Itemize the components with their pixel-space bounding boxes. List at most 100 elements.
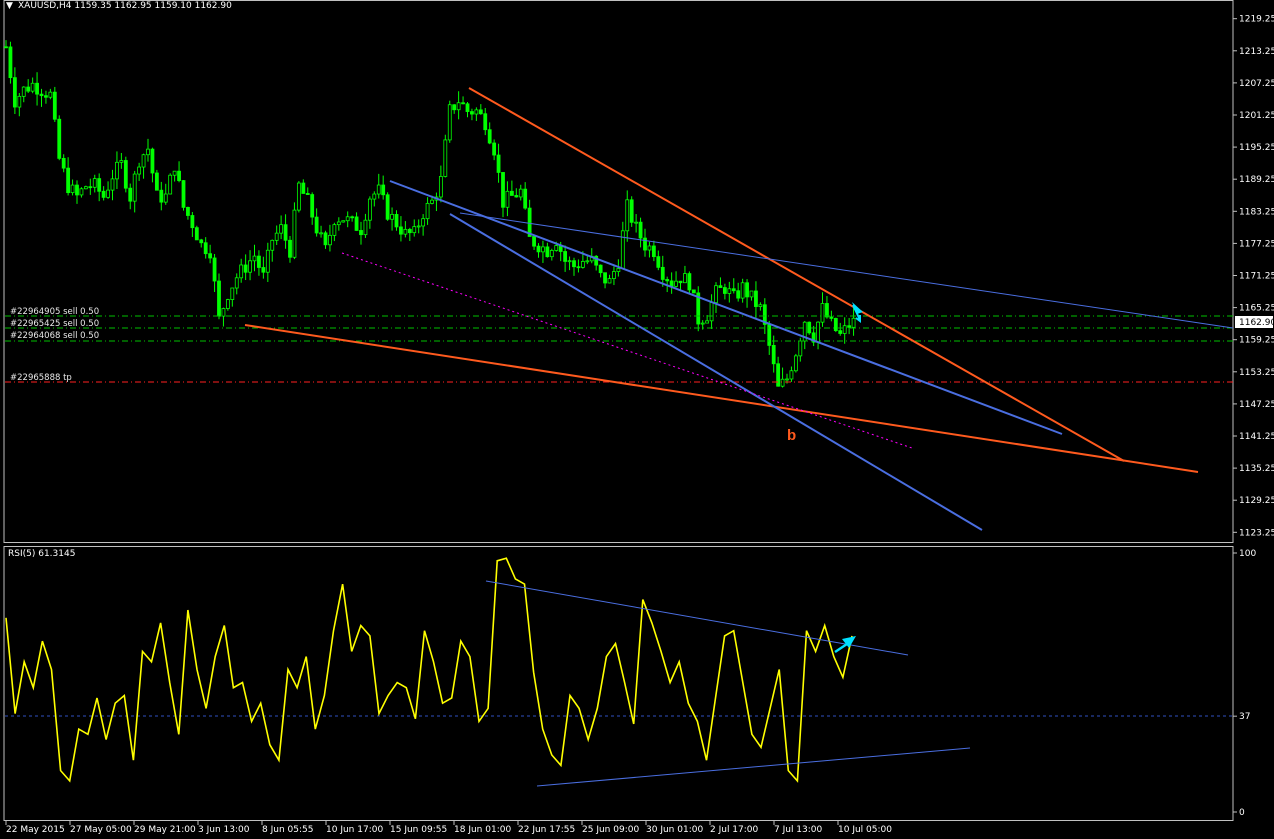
candle-body bbox=[554, 245, 559, 251]
candle-body bbox=[8, 46, 13, 79]
candle-body bbox=[88, 186, 93, 189]
price-tick-label: 1189.25 bbox=[1239, 175, 1274, 185]
price-tick-label: 1213.25 bbox=[1239, 47, 1274, 57]
candle-body bbox=[785, 378, 789, 381]
order-label-3: #22964068 sell 0.50 bbox=[10, 331, 99, 341]
candle-body bbox=[283, 224, 288, 241]
candle-body bbox=[416, 225, 421, 228]
candle-body bbox=[115, 161, 119, 180]
candle-body bbox=[776, 363, 781, 387]
candle-body bbox=[234, 277, 239, 289]
candle-body bbox=[252, 255, 257, 262]
candle-body bbox=[749, 290, 754, 298]
candle-body bbox=[789, 370, 794, 380]
candle-body bbox=[323, 232, 328, 246]
candle-body bbox=[501, 172, 505, 208]
candle-body bbox=[168, 174, 173, 195]
symbol-ohlc-label: XAUUSD,H4 1159.35 1162.95 1159.10 1162.9… bbox=[18, 1, 232, 11]
candle-body bbox=[319, 232, 323, 235]
price-tick-label: 1147.25 bbox=[1239, 400, 1274, 410]
candle-body bbox=[181, 180, 186, 208]
candle-body bbox=[177, 170, 181, 181]
candle-body bbox=[616, 268, 621, 272]
candle-body bbox=[221, 308, 226, 317]
candle-body bbox=[452, 104, 457, 111]
candle-body bbox=[97, 178, 102, 192]
candle-body bbox=[443, 139, 448, 177]
blue-channel-lower[interactable] bbox=[449, 213, 983, 531]
candle-body bbox=[731, 288, 736, 292]
candle-body bbox=[399, 226, 403, 235]
candle-body bbox=[545, 246, 550, 258]
candle-body bbox=[705, 320, 710, 324]
candle-body bbox=[186, 206, 190, 216]
candle-body bbox=[598, 264, 603, 274]
candle-body bbox=[447, 104, 452, 141]
rsi-tick-label: 37 bbox=[1239, 712, 1250, 722]
candle-body bbox=[403, 228, 408, 235]
candle-body bbox=[292, 209, 297, 258]
candle-body bbox=[470, 111, 474, 115]
candle-body bbox=[279, 224, 284, 234]
candle-body bbox=[576, 266, 581, 269]
dotted-trendline[interactable] bbox=[341, 252, 913, 449]
blue-channel-upper[interactable] bbox=[389, 180, 1063, 435]
candle-body bbox=[478, 109, 483, 115]
rsi-label: RSI(5) 61.3145 bbox=[8, 549, 75, 559]
candle-body bbox=[261, 267, 266, 273]
candle-body bbox=[341, 220, 346, 223]
candle-body bbox=[833, 318, 838, 332]
red-trendline-upper[interactable] bbox=[468, 87, 1125, 462]
time-tick-label: 10 Jun 17:00 bbox=[326, 825, 383, 835]
candle-body bbox=[718, 285, 723, 288]
candle-body bbox=[407, 228, 412, 234]
candle-body bbox=[83, 186, 88, 190]
candle-body bbox=[541, 246, 545, 253]
candle-body bbox=[536, 245, 541, 253]
candle-body bbox=[381, 184, 386, 196]
candle-body bbox=[647, 245, 652, 251]
candle-body bbox=[385, 194, 390, 220]
candle-body bbox=[367, 198, 372, 221]
time-tick-label: 30 Jun 01:00 bbox=[646, 825, 703, 835]
chevron-down-icon[interactable]: ▼ bbox=[6, 1, 13, 11]
candle-body bbox=[669, 280, 674, 287]
candle-body bbox=[194, 227, 199, 241]
rsi-axis: 100 37 0 bbox=[1233, 549, 1256, 818]
candle-body bbox=[70, 184, 75, 194]
rsi-trendline-lower[interactable] bbox=[536, 747, 971, 787]
candle-body bbox=[745, 282, 749, 298]
trading-chart[interactable]: ▼ XAUUSD,H4 1159.35 1162.95 1159.10 1162… bbox=[0, 0, 1274, 839]
time-tick-label: 3 Jun 13:00 bbox=[198, 825, 250, 835]
candle-body bbox=[199, 239, 204, 244]
candle-body bbox=[567, 260, 572, 263]
candle-body bbox=[461, 102, 465, 105]
candle-body bbox=[549, 250, 554, 258]
candle-body bbox=[518, 188, 523, 198]
current-price-value: 1162.90 bbox=[1239, 318, 1274, 328]
candle-body bbox=[243, 264, 248, 273]
candle-body bbox=[350, 216, 355, 219]
time-tick-label: 22 Jun 17:55 bbox=[518, 825, 575, 835]
candle-body bbox=[345, 216, 350, 222]
rsi-line bbox=[5, 557, 853, 783]
time-tick-label: 25 Jun 09:00 bbox=[582, 825, 639, 835]
order-label-1: #22964905 sell 0.50 bbox=[10, 307, 99, 317]
candle-body bbox=[580, 261, 585, 268]
candle-body bbox=[523, 188, 528, 209]
candle-body bbox=[75, 184, 79, 196]
candle-body bbox=[656, 256, 661, 268]
candle-body bbox=[758, 304, 763, 307]
candle-body bbox=[66, 167, 71, 194]
red-trendline-lower[interactable] bbox=[244, 324, 1199, 473]
candle-body bbox=[48, 91, 53, 98]
candle-body bbox=[217, 280, 221, 317]
candle-body bbox=[585, 260, 590, 263]
price-tick-label: 1219.25 bbox=[1239, 15, 1274, 25]
blue-trendline-long[interactable] bbox=[459, 212, 1234, 329]
rsi-trendline-upper[interactable] bbox=[485, 580, 909, 656]
price-tick-label: 1183.25 bbox=[1239, 207, 1274, 217]
candle-body bbox=[39, 93, 44, 97]
tp-label: #22965888 tp bbox=[10, 373, 72, 383]
candle-body bbox=[532, 236, 536, 247]
